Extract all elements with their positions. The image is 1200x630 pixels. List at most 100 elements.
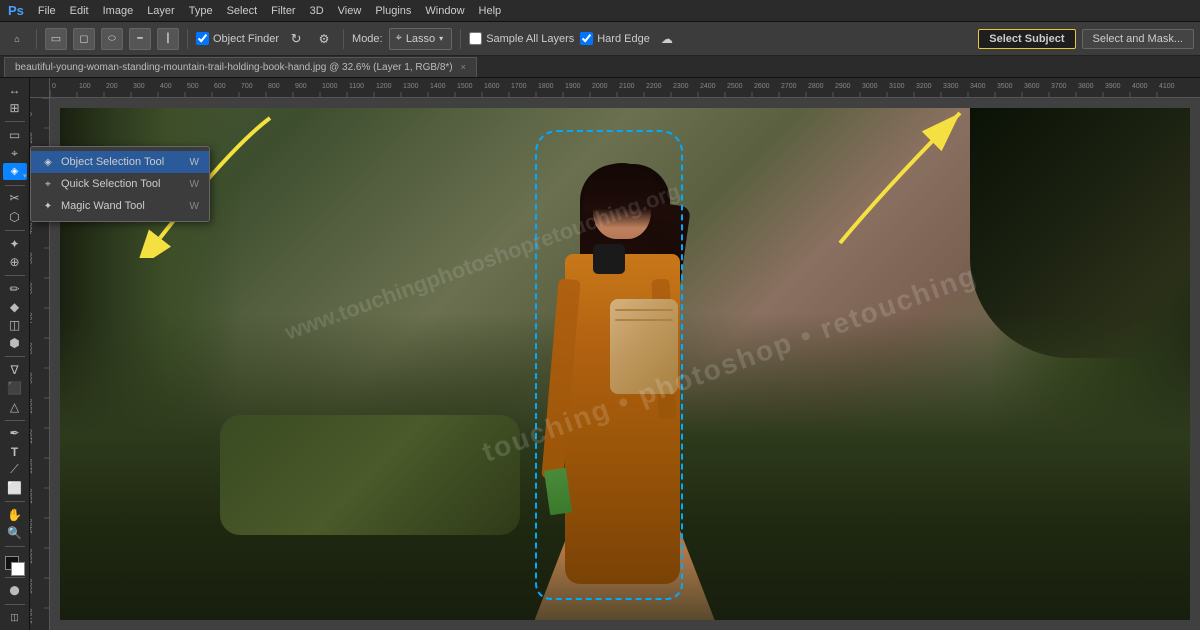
rounded-marquee-btn[interactable]: ◻ [73,28,95,50]
svg-text:100: 100 [79,83,91,90]
object-finder-input[interactable] [196,32,209,45]
svg-text:1100: 1100 [349,83,364,90]
hard-edge-input[interactable] [580,32,593,45]
flyout-item-label-2: Quick Selection Tool [61,178,160,190]
flyout-quick-selection[interactable]: ⌖ Quick Selection Tool W [31,173,209,195]
flyout-object-selection[interactable]: ◈ Object Selection Tool W [31,151,209,173]
lasso-tool[interactable]: ⌖ [3,145,27,161]
eyedropper-tool[interactable]: ✦ [3,235,27,251]
pen-tool[interactable]: ✒ [3,425,27,441]
svg-text:2500: 2500 [727,83,743,90]
marquee-tool[interactable]: ▭ [3,127,27,143]
dodge-tool[interactable]: △ [3,398,27,414]
history-tool[interactable]: ◫ [3,317,27,333]
workspace: ↔ ⊞ ▭ ⌖ ◈ ▾ ✂ ⬡ ✦ ⊕ ✏ ◆ ◫ ⬢ ∇ ⬛ △ ✒ T ⟋ … [0,78,1200,630]
svg-text:3400: 3400 [970,83,986,90]
blur-tool[interactable]: ⬛ [3,380,27,396]
svg-text:500: 500 [30,252,34,264]
svg-text:1400: 1400 [30,518,34,534]
document-tab[interactable]: beautiful-young-woman-standing-mountain-… [4,57,477,77]
svg-text:600: 600 [30,282,34,294]
tab-bar: beautiful-young-woman-standing-mountain-… [0,56,1200,78]
menu-help[interactable]: Help [473,3,508,19]
elliptical-marquee-btn[interactable]: ⬭ [101,28,123,50]
magic-wand-icon: ✦ [41,199,55,213]
dropdown-arrow: ▾ [439,34,443,43]
foreground-color[interactable] [3,554,27,570]
shape-tool[interactable]: ⬜ [3,480,27,496]
menu-select[interactable]: Select [221,3,264,19]
svg-text:2300: 2300 [673,83,689,90]
quick-mask-toggle[interactable]: ⬤ [3,583,27,599]
menu-3d[interactable]: 3D [304,3,330,19]
settings-btn[interactable]: ⚙ [313,28,335,50]
menu-layer[interactable]: Layer [141,3,181,19]
canvas-area[interactable]: touching • photoshop • retouching www.to… [50,98,1200,630]
refresh-btn[interactable]: ↻ [285,28,307,50]
svg-text:500: 500 [187,83,199,90]
toolbar: ↔ ⊞ ▭ ⌖ ◈ ▾ ✂ ⬡ ✦ ⊕ ✏ ◆ ◫ ⬢ ∇ ⬛ △ ✒ T ⟋ … [0,78,30,630]
clone-tool[interactable]: ◆ [3,299,27,315]
svg-text:2600: 2600 [754,83,770,90]
menu-view[interactable]: View [332,3,368,19]
tab-close[interactable]: × [461,62,466,72]
home-button[interactable]: ⌂ [6,28,28,50]
flyout-item-label-3: Magic Wand Tool [61,200,145,212]
cloud-btn[interactable]: ☁ [656,28,678,50]
select-mask-button[interactable]: Select and Mask... [1082,29,1195,49]
svg-text:0: 0 [52,83,56,90]
hard-edge-checkbox[interactable]: Hard Edge [580,32,650,45]
svg-text:3700: 3700 [1051,83,1067,90]
ruler-horizontal: 0 100 200 300 400 500 600 700 80 [50,78,1200,98]
object-selection-icon: ◈ [41,155,55,169]
mode-dropdown[interactable]: ⌖ Lasso ▾ [389,28,453,50]
menu-file[interactable]: File [32,3,62,19]
crop-tool[interactable]: ✂ [3,190,27,206]
single-col-btn[interactable]: ┃ [157,28,179,50]
svg-text:3600: 3600 [1024,83,1040,90]
path-tool[interactable]: ⟋ [3,462,27,478]
gradient-tool[interactable]: ∇ [3,362,27,378]
menu-window[interactable]: Window [419,3,470,19]
artboard-tool[interactable]: ⊞ [3,100,27,116]
coat-collar [593,244,625,274]
shrubs-middle [220,415,520,535]
flyout-shortcut-3: W [190,201,199,212]
select-subject-button[interactable]: Select Subject [978,29,1075,49]
sample-all-layers-checkbox[interactable]: Sample All Layers [469,32,574,45]
mode-value: Lasso [406,33,435,45]
single-row-btn[interactable]: ━ [129,28,151,50]
svg-text:800: 800 [268,83,280,90]
zoom-tool[interactable]: 🔍 [3,525,27,541]
move-tool[interactable]: ↔ [3,82,27,98]
menu-image[interactable]: Image [97,3,140,19]
frame-tool[interactable]: ⬡ [3,209,27,225]
ruler-corner [30,78,50,98]
object-finder-checkbox[interactable]: Object Finder [196,32,279,45]
menu-type[interactable]: Type [183,3,219,19]
tool-separator8 [5,546,25,547]
healing-tool[interactable]: ⊕ [3,254,27,270]
quick-selection-icon: ⌖ [41,177,55,191]
flyout-magic-wand[interactable]: ✦ Magic Wand Tool W [31,195,209,217]
tool-separator4 [5,275,25,276]
tool-separator2 [5,185,25,186]
object-selection-tool[interactable]: ◈ ▾ [3,163,27,179]
rectangular-marquee-btn[interactable]: ▭ [45,28,67,50]
menu-edit[interactable]: Edit [64,3,95,19]
screen-mode-btn[interactable]: ◫ [3,610,27,626]
hand-tool[interactable]: ✋ [3,507,27,523]
tool-separator3 [5,230,25,231]
brush-tool[interactable]: ✏ [3,281,27,297]
woman-figure [535,149,715,569]
sample-all-layers-input[interactable] [469,32,482,45]
svg-text:1300: 1300 [403,83,419,90]
menu-filter[interactable]: Filter [265,3,301,19]
type-tool[interactable]: T [3,443,27,459]
eraser-tool[interactable]: ⬢ [3,335,27,351]
menu-plugins[interactable]: Plugins [369,3,417,19]
svg-text:1600: 1600 [30,578,34,594]
svg-text:2000: 2000 [592,83,608,90]
svg-text:1100: 1100 [30,429,34,444]
svg-text:2200: 2200 [646,83,662,90]
